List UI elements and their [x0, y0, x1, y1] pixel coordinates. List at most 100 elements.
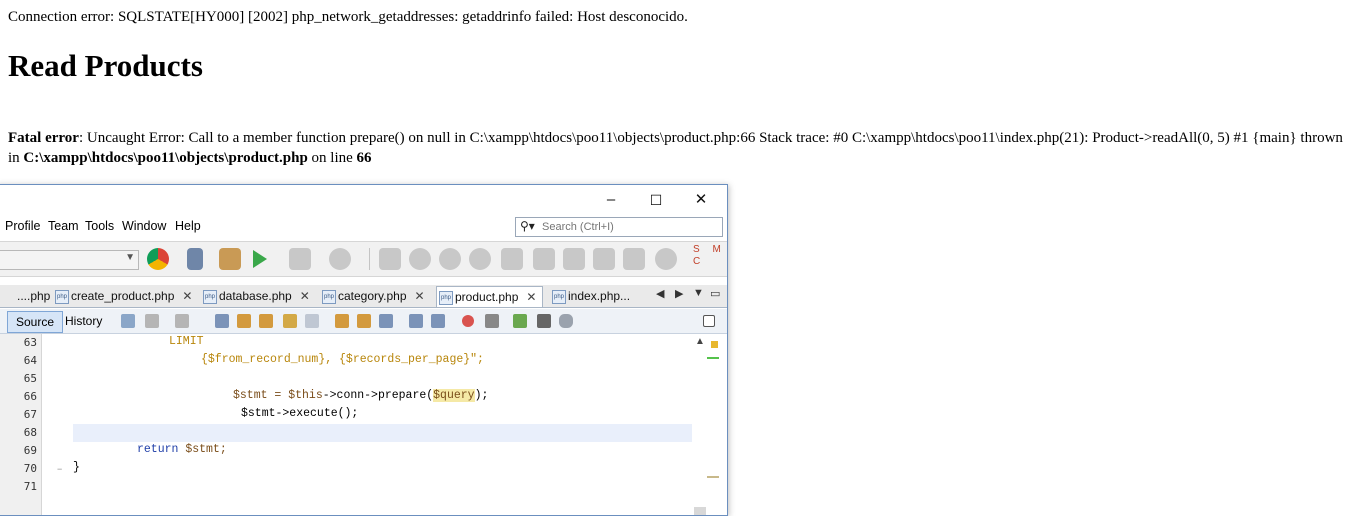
- tab-label: index.php...: [568, 289, 631, 303]
- line-number: 65: [23, 372, 37, 385]
- tab-product[interactable]: php product.php ✕: [436, 286, 544, 307]
- start-macro-icon[interactable]: [462, 315, 474, 327]
- continue-icon[interactable]: [409, 248, 431, 270]
- step-out-icon[interactable]: [563, 248, 585, 270]
- comment-icon[interactable]: [513, 314, 527, 328]
- close-icon[interactable]: ✕: [300, 289, 310, 303]
- toolbar-separator: [369, 248, 370, 270]
- toggle-highlight-icon[interactable]: [283, 314, 297, 328]
- browser-icon[interactable]: [147, 248, 169, 270]
- fatal-error-on-line: on line: [307, 150, 357, 166]
- menu-help[interactable]: Help: [175, 219, 201, 233]
- next-bookmark-icon[interactable]: [357, 314, 371, 328]
- code-token: {$from_record_num}, {$records_per_page}"…: [201, 353, 484, 366]
- menu-profile[interactable]: Profile: [5, 219, 40, 233]
- code-token: );: [474, 389, 489, 402]
- tab-label: database.php: [219, 289, 292, 303]
- resume-icon[interactable]: [469, 248, 491, 270]
- line-number: 64: [23, 354, 37, 367]
- code-line-70: }: [73, 461, 80, 474]
- page-title: Read Products: [8, 48, 203, 83]
- apply-changes-icon[interactable]: [623, 248, 645, 270]
- split-editor-icon[interactable]: [703, 315, 715, 327]
- chevron-up-icon[interactable]: ▲: [695, 336, 705, 347]
- search-icon: ⚲▾: [520, 219, 535, 233]
- scrollbar-thumb[interactable]: [694, 507, 706, 515]
- code-editor[interactable]: 63 64 65 66 67 68 69 70 71 LIMIT {$from_…: [0, 334, 692, 515]
- stop-icon[interactable]: [379, 248, 401, 270]
- code-line-63: LIMIT: [169, 335, 204, 348]
- php-file-icon: php: [552, 290, 566, 304]
- code-line-64: {$from_record_num}, {$records_per_page}"…: [201, 353, 484, 366]
- run-to-cursor-icon[interactable]: [593, 248, 615, 270]
- minimize-button[interactable]: –: [597, 189, 625, 211]
- database-icon[interactable]: [559, 314, 573, 328]
- code-token-highlighted: $query: [433, 389, 475, 402]
- fold-marker-icon[interactable]: −: [57, 464, 62, 474]
- toggle-rect-select-icon[interactable]: [305, 314, 319, 328]
- smc-label: S M C: [693, 244, 726, 267]
- debug-icon[interactable]: [289, 248, 311, 270]
- find-icon[interactable]: [215, 314, 229, 328]
- close-icon[interactable]: ✕: [182, 289, 192, 303]
- fatal-error-line: 66: [356, 150, 372, 166]
- menu-window[interactable]: Window: [122, 219, 166, 233]
- find-next-icon[interactable]: [259, 314, 273, 328]
- last-edit-icon[interactable]: [121, 314, 135, 328]
- run-icon[interactable]: [253, 250, 267, 268]
- close-icon[interactable]: ✕: [415, 289, 425, 303]
- code-token: }: [73, 461, 80, 474]
- warning-marker-icon[interactable]: [711, 341, 718, 348]
- code-line-66: $stmt = $this->conn->prepare($query);: [233, 389, 488, 402]
- maximize-editor-icon[interactable]: ▭: [710, 287, 720, 300]
- uncomment-icon[interactable]: [537, 314, 551, 328]
- ide-window: – ☐ ✕ Profile Team Tools Window Help ⚲▾ …: [0, 184, 728, 516]
- find-previous-icon[interactable]: [237, 314, 251, 328]
- editor-scrollbar[interactable]: ▲: [693, 334, 707, 515]
- step-over-icon[interactable]: [501, 248, 523, 270]
- tab-index[interactable]: php index.php...: [550, 286, 630, 306]
- chevron-down-icon: ▼: [125, 252, 135, 263]
- tab-truncated[interactable]: ....php: [1, 286, 50, 306]
- code-token: ->conn->prepare(: [322, 389, 434, 402]
- code-token: $stmt->execute();: [241, 407, 359, 420]
- change-marker[interactable]: [707, 476, 719, 478]
- previous-bookmark-icon[interactable]: [335, 314, 349, 328]
- menu-team[interactable]: Team: [48, 219, 79, 233]
- code-line-69: return $stmt;: [137, 443, 227, 456]
- scroll-tabs-left-icon[interactable]: ◀: [656, 287, 664, 300]
- step-into-icon[interactable]: [533, 248, 555, 270]
- editor-toolbar: Source History: [0, 309, 727, 334]
- tab-create-product[interactable]: php create_product.php ✕: [53, 286, 192, 306]
- menu-tools[interactable]: Tools: [85, 219, 114, 233]
- stop-macro-icon[interactable]: [485, 314, 499, 328]
- profile-icon[interactable]: [329, 248, 351, 270]
- back-icon[interactable]: [145, 314, 159, 328]
- source-tab-button[interactable]: Source: [7, 311, 64, 333]
- configuration-combo[interactable]: ▼: [0, 250, 139, 270]
- search-box[interactable]: ⚲▾: [515, 217, 723, 237]
- tab-category[interactable]: php category.php ✕: [320, 286, 425, 306]
- change-marker[interactable]: [707, 357, 719, 359]
- tab-list-dropdown-icon[interactable]: ▼: [693, 287, 704, 299]
- clean-build-icon[interactable]: [219, 248, 241, 270]
- scroll-tabs-right-icon[interactable]: ▶: [675, 287, 683, 300]
- search-input[interactable]: [542, 219, 718, 234]
- php-file-icon: php: [203, 290, 217, 304]
- build-hammer-icon[interactable]: [187, 248, 203, 270]
- shift-left-icon[interactable]: [409, 314, 423, 328]
- tab-database[interactable]: php database.php ✕: [201, 286, 310, 306]
- php-file-icon: php: [55, 290, 69, 304]
- forward-icon[interactable]: [175, 314, 189, 328]
- line-number: 69: [23, 444, 37, 457]
- take-snapshot-icon[interactable]: [655, 248, 677, 270]
- close-button[interactable]: ✕: [687, 189, 715, 211]
- toggle-bookmark-icon[interactable]: [379, 314, 393, 328]
- maximize-button[interactable]: ☐: [642, 189, 670, 211]
- shift-right-icon[interactable]: [431, 314, 445, 328]
- code-line-67: $stmt->execute();: [241, 407, 358, 420]
- pause-icon[interactable]: [439, 248, 461, 270]
- close-icon[interactable]: ✕: [526, 290, 536, 304]
- code-token: $stmt;: [178, 443, 227, 456]
- history-tab-button[interactable]: History: [59, 311, 108, 331]
